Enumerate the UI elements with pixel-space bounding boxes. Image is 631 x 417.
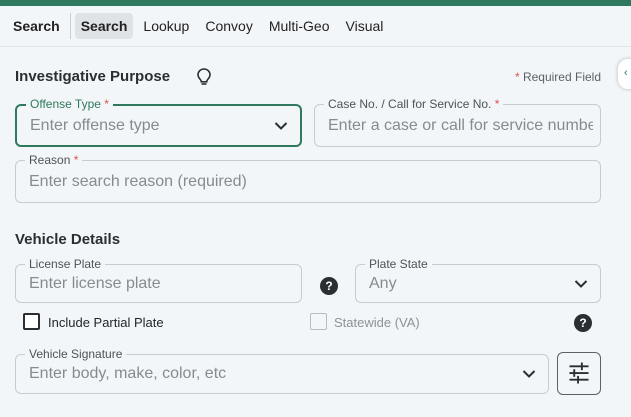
license-plate-field[interactable]: License Plate bbox=[15, 257, 302, 303]
sliders-icon bbox=[569, 362, 589, 384]
statewide-checkbox[interactable] bbox=[310, 313, 327, 330]
top-tab-bar: Search Search Lookup Convoy Multi-Geo Vi… bbox=[0, 6, 631, 47]
question-circle-icon[interactable]: ? bbox=[320, 277, 338, 295]
statewide-label: Statewide (VA) bbox=[334, 315, 420, 330]
offense-type-field[interactable]: Offense Type * bbox=[15, 97, 302, 147]
case-number-field[interactable]: Case No. / Call for Service No. * bbox=[314, 97, 601, 147]
plate-state-label: Plate State bbox=[365, 257, 432, 271]
chevron-down-icon[interactable] bbox=[274, 121, 288, 130]
plate-state-select[interactable]: Plate State Any bbox=[355, 257, 601, 303]
lightbulb-icon[interactable] bbox=[195, 67, 213, 87]
reason-input[interactable] bbox=[29, 161, 563, 202]
tab-search[interactable]: Search bbox=[74, 13, 134, 39]
vehicle-details-heading: Vehicle Details bbox=[15, 231, 121, 248]
vehicle-signature-filter-button[interactable] bbox=[557, 352, 601, 395]
app-section-title: Search bbox=[13, 18, 60, 34]
reason-field[interactable]: Reason * bbox=[15, 153, 601, 203]
vehicle-signature-input[interactable] bbox=[29, 355, 511, 393]
include-partial-plate-label: Include Partial Plate bbox=[48, 315, 164, 330]
tab-convoy[interactable]: Convoy bbox=[199, 13, 258, 39]
tab-divider bbox=[69, 13, 71, 39]
chevron-down-icon[interactable] bbox=[574, 279, 588, 288]
question-circle-icon[interactable]: ? bbox=[574, 314, 592, 332]
side-panel-toggle[interactable]: ‹ bbox=[618, 59, 631, 89]
investigative-purpose-heading: Investigative Purpose bbox=[15, 68, 171, 85]
license-plate-input[interactable] bbox=[29, 265, 264, 302]
tab-multi-geo[interactable]: Multi-Geo bbox=[263, 13, 336, 39]
tab-visual[interactable]: Visual bbox=[340, 13, 390, 39]
offense-type-input[interactable] bbox=[30, 106, 263, 145]
required-field-note: * Required Field bbox=[514, 70, 601, 84]
case-number-input[interactable] bbox=[328, 105, 593, 146]
plate-state-value: Any bbox=[369, 274, 397, 292]
vehicle-signature-field[interactable]: Vehicle Signature bbox=[15, 347, 549, 394]
side-tab-arrow-icon: ‹ bbox=[624, 67, 628, 79]
include-partial-plate-checkbox[interactable] bbox=[23, 313, 40, 330]
chevron-down-icon[interactable] bbox=[522, 370, 536, 379]
tab-lookup[interactable]: Lookup bbox=[137, 13, 195, 39]
